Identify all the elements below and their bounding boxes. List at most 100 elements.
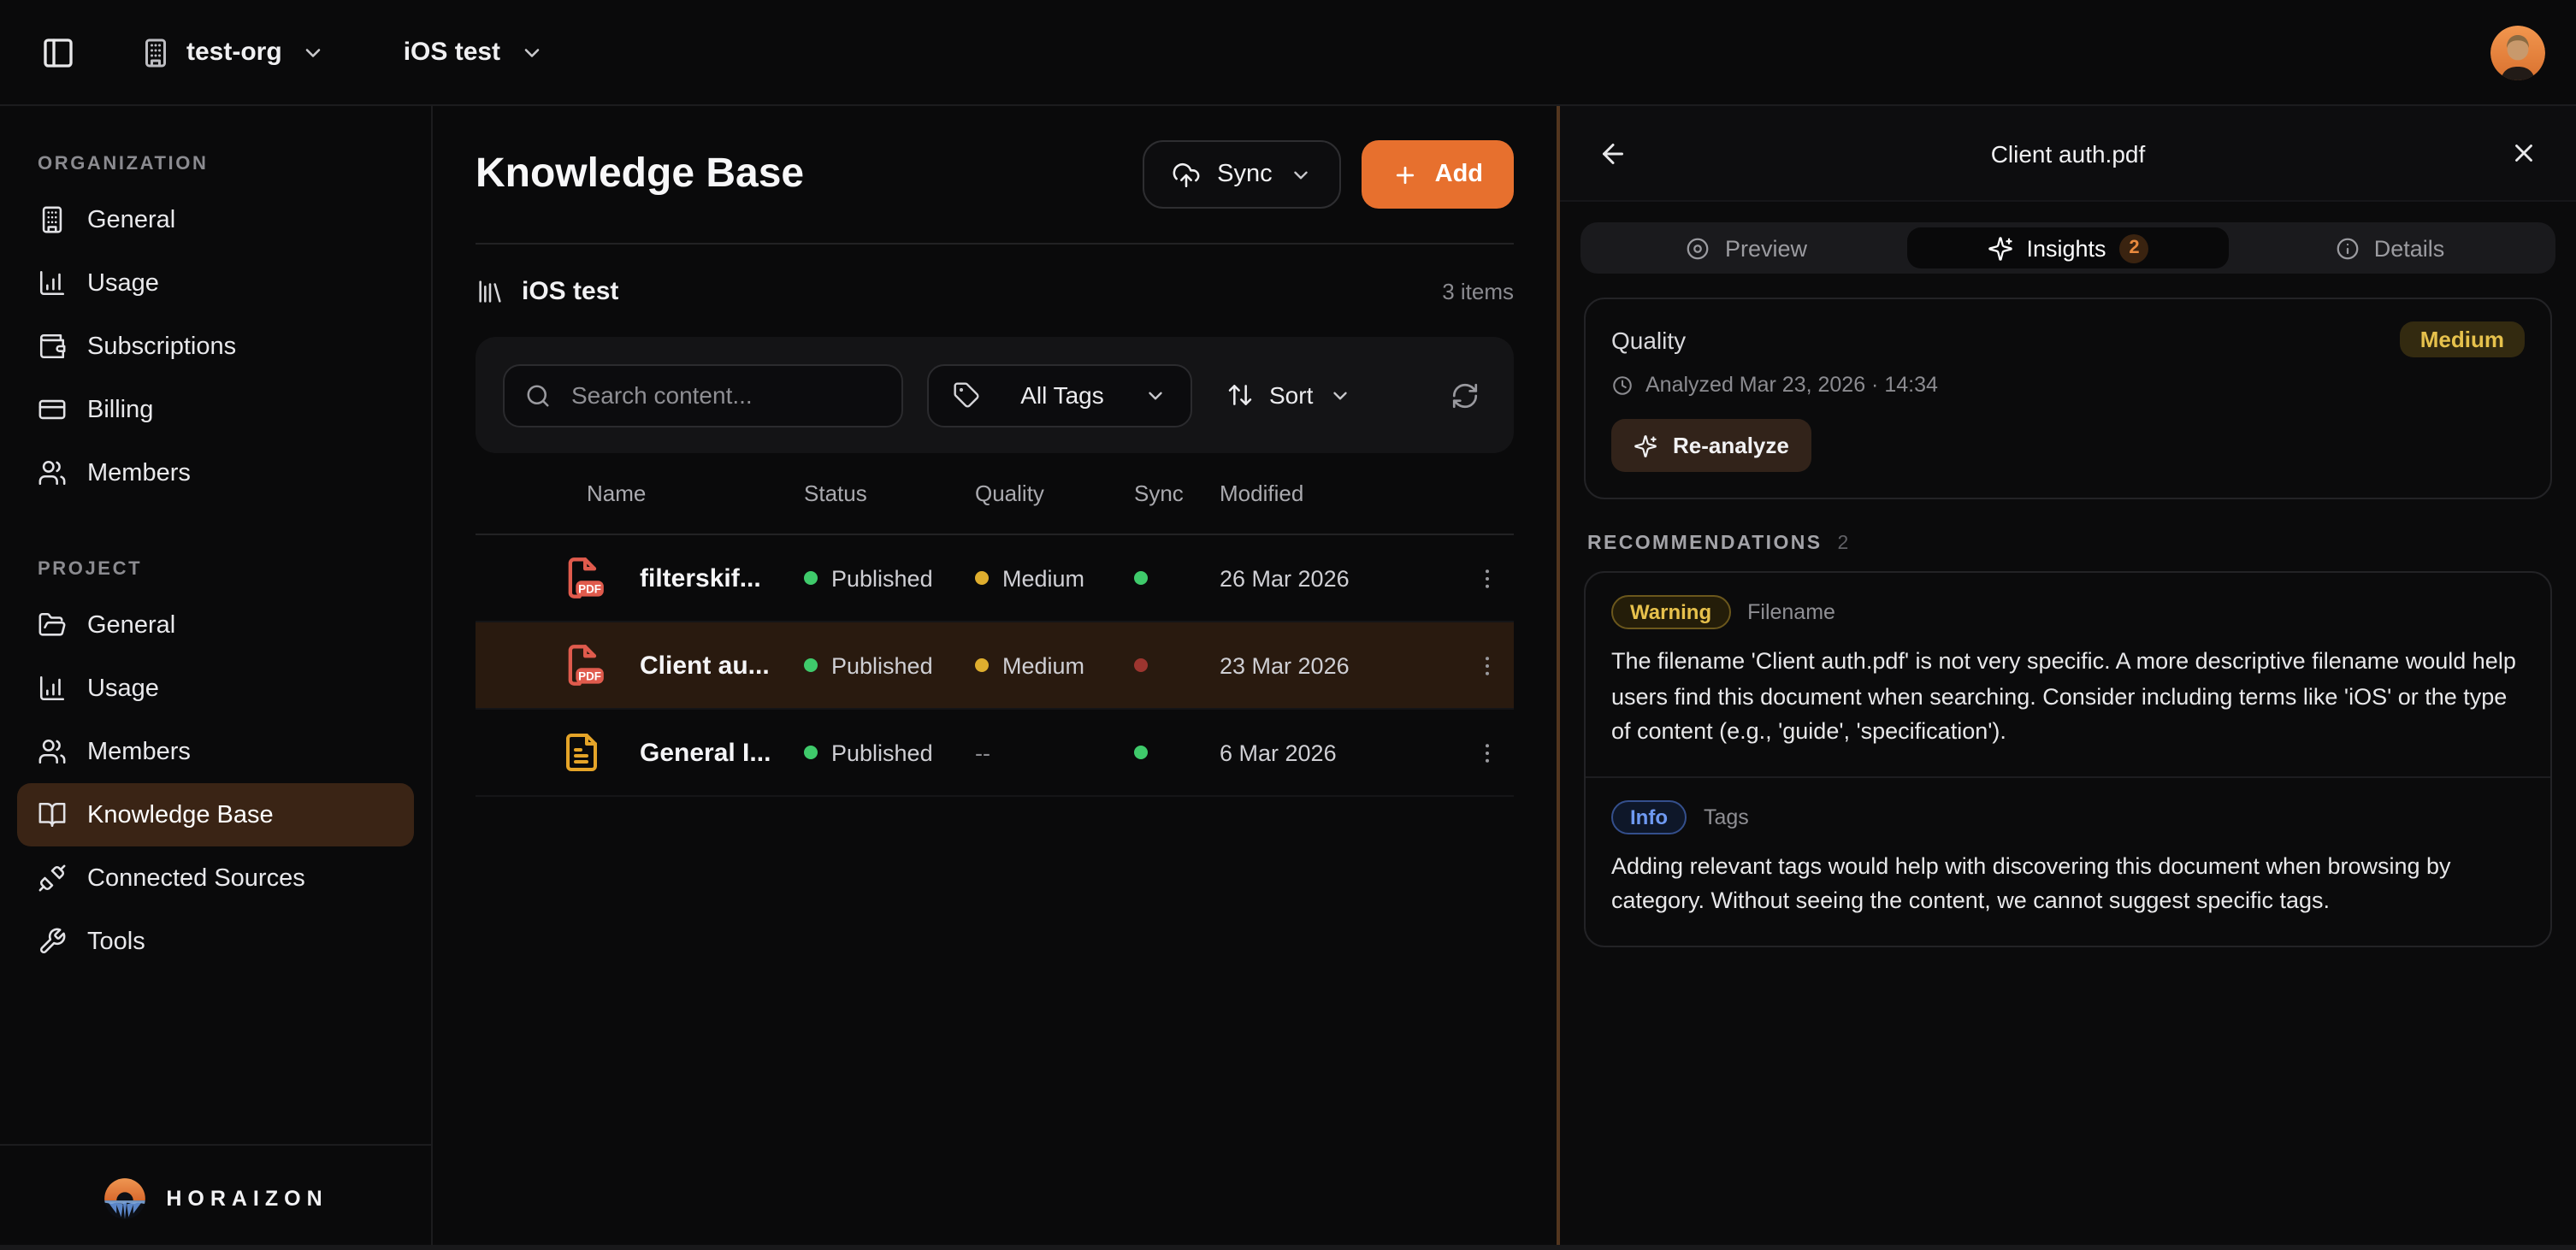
sidebar-item-project-members[interactable]: Members [17,720,414,783]
table-row[interactable]: PDF filterskif... Published Medium 26 Ma… [476,535,1514,622]
sync-dot [1134,658,1148,672]
sidebar-item-label: Usage [87,675,159,702]
info-icon [2335,235,2360,261]
sidebar-item-org-members[interactable]: Members [17,441,414,504]
sidebar-item-label: Members [87,459,191,486]
main-content: Knowledge Base Sync Add iOS test [433,106,1557,1250]
chart-column-icon [38,674,67,703]
tab-details[interactable]: Details [2229,227,2550,268]
sync-label: Sync [1217,161,1273,188]
tab-label: Preview [1725,235,1807,261]
recommendations-heading: RECOMMENDATIONS [1587,534,1823,554]
status-dot [804,571,818,585]
close-button[interactable] [2499,128,2549,178]
sidebar-item-billing[interactable]: Billing [17,378,414,441]
sidebar-item-label: Knowledge Base [87,801,274,828]
chevron-down-icon [1144,384,1167,406]
tab-label: Insights [2026,235,2106,261]
analyzed-timestamp: Analyzed Mar 23, 2026 · 14:34 [1645,373,1938,397]
sidebar-section-organization: ORGANIZATION [38,154,431,174]
sidebar-item-label: Connected Sources [87,864,305,892]
sidebar-item-knowledge-base[interactable]: Knowledge Base [17,783,414,846]
sync-dot [1134,571,1148,585]
column-sync: Sync [1134,481,1220,506]
column-name: Name [587,481,804,506]
tab-preview[interactable]: Preview [1586,227,1907,268]
content-table: Name Status Quality Sync Modified PDF fi… [476,453,1514,797]
search-input[interactable] [568,380,881,410]
back-button[interactable] [1587,127,1639,179]
chevron-down-icon [519,40,543,64]
building-icon [140,37,171,68]
collection-name: iOS test [522,276,618,305]
svg-text:PDF: PDF [578,582,601,595]
arrow-up-down-icon [1226,381,1254,409]
sidebar-item-project-general[interactable]: General [17,593,414,657]
detail-panel-header: Client auth.pdf [1560,106,2576,202]
column-modified: Modified [1220,481,1514,506]
sidebar-item-project-usage[interactable]: Usage [17,657,414,720]
reanalyze-label: Re-analyze [1673,433,1789,458]
document-title: Client auth.pdf [1560,139,2576,167]
app-window: test-org iOS test [0,0,2576,1250]
row-menu-button[interactable] [1461,558,1514,598]
refresh-icon [1450,380,1480,410]
refresh-button[interactable] [1444,374,1486,416]
window-bottom-edge [0,1245,2576,1250]
recommendation-item: Warning Filename The filename 'Client au… [1586,573,2550,775]
building-icon [38,205,67,234]
page-title: Knowledge Base [476,150,804,198]
credit-card-icon [38,395,67,424]
sync-button[interactable]: Sync [1142,140,1341,209]
unplug-icon [38,864,67,893]
modified-date: 26 Mar 2026 [1220,565,1461,591]
org-switcher[interactable]: test-org [140,37,325,68]
sidebar-item-label: Members [87,738,191,765]
modified-date: 23 Mar 2026 [1220,652,1461,678]
chevron-down-icon [301,40,325,64]
all-tags-filter[interactable]: All Tags [927,363,1192,427]
recommendation-text: Adding relevant tags would help with dis… [1611,849,2525,919]
sort-button[interactable]: Sort [1216,363,1361,427]
list-toolbar: All Tags Sort [476,337,1514,453]
row-menu-button[interactable] [1461,646,1514,685]
sidebar-item-connected-sources[interactable]: Connected Sources [17,846,414,910]
sidebar-toggle-button[interactable] [31,25,86,80]
recommendation-item: Info Tags Adding relevant tags would hel… [1586,775,2550,945]
column-status: Status [804,481,975,506]
reanalyze-button[interactable]: Re-analyze [1611,419,1811,472]
table-row-selected[interactable]: PDF Client au... Published Medium 23 Mar… [476,622,1514,710]
detail-panel: Client auth.pdf Preview Insights 2 Det [1557,106,2576,1250]
quality-text: Medium [1002,565,1084,591]
recommendation-category: Filename [1747,600,1835,624]
project-switcher[interactable]: iOS test [404,38,543,67]
quality-dot [975,571,989,585]
table-row[interactable]: General I... Published -- 6 Mar 2026 [476,710,1514,797]
org-name: test-org [186,38,282,67]
tab-label: Details [2374,235,2445,261]
warning-badge: Warning [1611,595,1730,629]
sync-dot [1134,746,1148,759]
sidebar-item-org-general[interactable]: General [17,188,414,251]
sidebar-item-org-usage[interactable]: Usage [17,251,414,315]
sidebar-item-label: General [87,206,175,233]
horaizon-logo-icon [103,1176,147,1220]
close-icon [2509,139,2538,168]
brand-name: HORAIZON [166,1186,328,1210]
user-avatar[interactable] [2490,25,2545,80]
sidebar-item-subscriptions[interactable]: Subscriptions [17,315,414,378]
folder-open-icon [38,610,67,640]
tab-insights[interactable]: Insights 2 [1907,227,2229,268]
quality-text: Medium [1002,652,1084,678]
book-open-icon [38,800,67,829]
chart-column-icon [38,268,67,298]
row-menu-button[interactable] [1461,733,1514,772]
add-button[interactable]: Add [1362,140,1514,209]
sidebar-item-label: Usage [87,269,159,297]
sidebar-section-project: PROJECT [38,559,431,580]
recommendation-category: Tags [1704,805,1749,828]
detail-tabs: Preview Insights 2 Details [1580,222,2555,274]
sidebar-item-tools[interactable]: Tools [17,910,414,973]
status-text: Published [831,652,933,678]
search-box[interactable] [503,363,903,427]
